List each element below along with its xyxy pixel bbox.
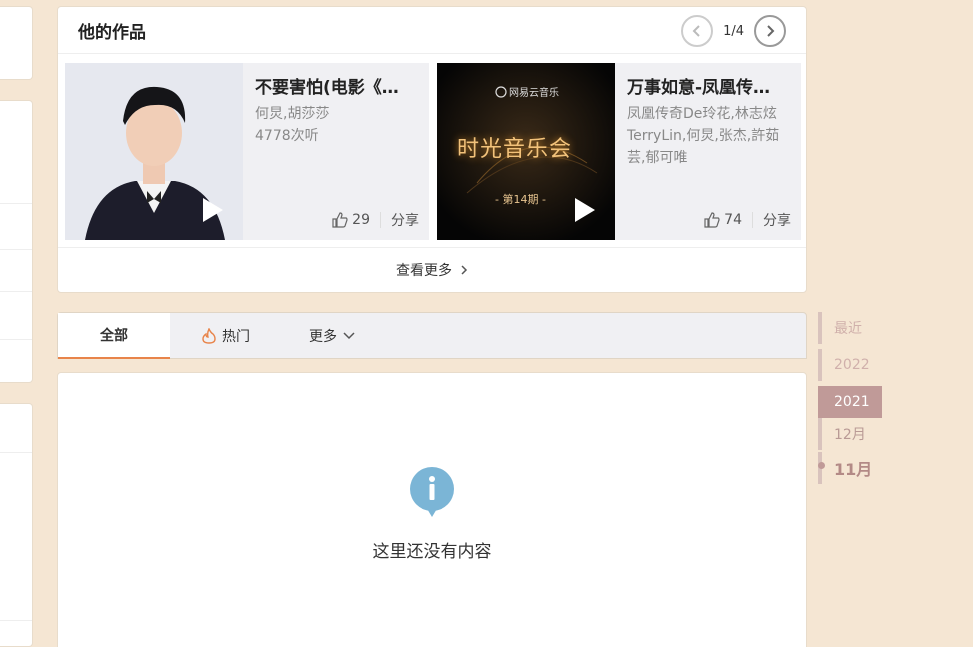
tab-hot-label: 热门 [222,329,250,345]
timeline-item-recent[interactable]: 最近 [818,312,862,344]
timeline-item-dec[interactable]: 12月 [818,418,866,450]
info-icon [410,467,454,517]
chevron-right-icon [461,265,468,275]
empty-message: 这里还没有内容 [372,542,492,562]
works-header: 他的作品 1/4 [58,7,806,54]
left-card [0,403,33,647]
play-icon [575,198,595,222]
share-button[interactable]: 分享 [391,210,419,230]
work-artists[interactable]: 芸,郁可唯 [627,147,789,169]
chevron-down-icon [343,332,355,340]
like-count: 74 [724,212,742,228]
work-item[interactable]: 网易云音乐 时光音乐会 - 第14期 - 万事如意-凤凰传… 凤凰传奇De玲花,… [437,63,801,240]
works-list: 不要害怕(电影《… 何炅,胡莎莎 4778次听 29 分享 网易云音乐 时光音乐… [65,63,801,240]
work-info: 不要害怕(电影《… 何炅,胡莎莎 4778次听 29 分享 [243,63,429,240]
work-title[interactable]: 不要害怕(电影《… [255,73,417,98]
work-actions: 74 分享 [704,210,791,230]
like-count: 29 [352,212,370,228]
cover-title: 时光音乐会 [457,137,573,162]
tab-all-label: 全部 [100,328,128,344]
prev-page-button[interactable] [681,15,714,47]
play-icon [203,198,223,222]
timeline-label: 2022 [834,357,870,373]
left-card [0,100,33,383]
timeline-dot [818,462,825,469]
timeline-label: 12月 [834,427,866,443]
timeline-label: 2021 [834,394,870,410]
work-cover[interactable] [65,63,243,240]
cover-episode: - 第14期 - [495,193,546,206]
works-title: 他的作品 [78,22,146,43]
work-actions: 29 分享 [332,210,419,230]
timeline-item-nov[interactable]: 11月 [818,452,872,484]
tab-all[interactable]: 全部 [58,313,170,359]
next-page-button[interactable] [754,15,786,47]
tab-more-label: 更多 [309,329,337,345]
like-button[interactable]: 74 [704,212,742,228]
cover-brand: 网易云音乐 [509,88,559,99]
timeline-label: 最近 [834,321,862,337]
timeline-nav: 最近 2022 2021 12月 11月 [818,312,898,487]
timeline-label: 11月 [834,460,873,479]
chevron-left-icon [692,25,700,37]
timeline-item-2021[interactable]: 2021 [818,386,882,418]
view-more-label: 查看更多 [396,263,452,279]
feed-content: 这里还没有内容 [57,372,807,647]
tab-more-dropdown[interactable]: 更多 [282,313,382,359]
works-pager: 1/4 [681,15,786,47]
thumbs-up-icon [704,212,720,228]
timeline-item-2022[interactable]: 2022 [818,349,870,381]
work-title[interactable]: 万事如意-凤凰传… [627,73,789,98]
works-card: 他的作品 1/4 不要害怕(电影《… 何炅,胡莎莎 4778次听 29 分享 网… [57,6,807,293]
left-column [0,0,33,647]
thumbs-up-icon [332,212,348,228]
share-button[interactable]: 分享 [763,210,791,230]
like-button[interactable]: 29 [332,212,370,228]
page-indicator: 1/4 [723,23,744,39]
work-info: 万事如意-凤凰传… 凤凰传奇De玲花,林志炫 TerryLin,何炅,张杰,許茹… [615,63,801,240]
work-item[interactable]: 不要害怕(电影《… 何炅,胡莎莎 4778次听 29 分享 [65,63,429,240]
work-cover[interactable]: 网易云音乐 时光音乐会 - 第14期 - [437,63,615,240]
feed-tabs: 全部 热门 更多 [57,312,807,359]
tab-hot[interactable]: 热门 [170,313,282,359]
work-artists[interactable]: TerryLin,何炅,张杰,許茹 [627,125,789,147]
left-card [0,6,33,80]
work-plays: 4778次听 [255,128,319,144]
work-artists[interactable]: 凤凰传奇De玲花,林志炫 [627,103,789,125]
chevron-right-icon [767,25,775,37]
flame-icon [202,328,216,344]
work-artists[interactable]: 何炅,胡莎莎 [255,103,417,125]
view-more-button[interactable]: 查看更多 [58,247,806,292]
